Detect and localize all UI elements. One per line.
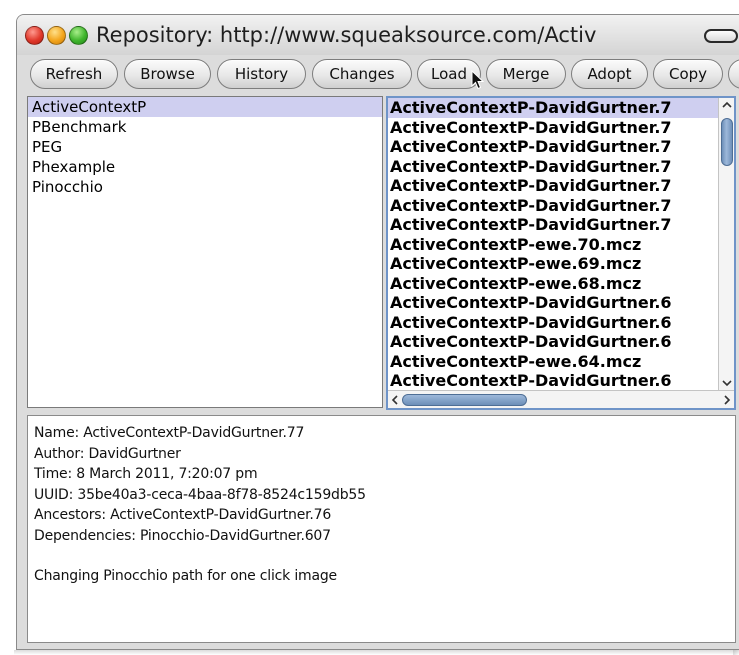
- maximize-window-button[interactable]: [69, 26, 88, 45]
- version-item[interactable]: ActiveContextP-DavidGurtner.6: [388, 293, 718, 313]
- info-author: Author: DavidGurtner: [34, 445, 181, 462]
- version-item[interactable]: ActiveContextP-ewe.68.mcz: [388, 274, 718, 294]
- scroll-down-arrow-icon[interactable]: [719, 376, 735, 390]
- package-item[interactable]: Phexample: [28, 157, 382, 177]
- package-item[interactable]: PEG: [28, 137, 382, 157]
- scroll-right-arrow-icon[interactable]: [720, 393, 734, 407]
- copy-button[interactable]: Copy: [653, 59, 723, 89]
- minimize-window-button[interactable]: [47, 26, 66, 45]
- vertical-scroll-thumb[interactable]: [721, 118, 733, 166]
- history-button[interactable]: History: [217, 59, 306, 89]
- version-item[interactable]: ActiveContextP-DavidGurtner.6: [388, 313, 718, 333]
- info-name: Name: ActiveContextP-DavidGurtner.77: [34, 425, 305, 441]
- window-title: Repository: http://www.squeaksource.com/…: [96, 23, 597, 47]
- info-ancestors: Ancestors: ActiveContextP-DavidGurtner.7…: [34, 507, 332, 523]
- info-dependencies: Dependencies: Pinocchio-DavidGurtner.607: [34, 527, 331, 544]
- version-item[interactable]: ActiveContextP-DavidGurtner.7: [388, 137, 718, 157]
- version-item[interactable]: ActiveContextP-ewe.64.mcz: [388, 352, 718, 372]
- version-list[interactable]: ActiveContextP-DavidGurtner.7 ActiveCont…: [388, 98, 718, 390]
- version-item[interactable]: ActiveContextP-DavidGurtner.6: [388, 332, 718, 352]
- package-item[interactable]: ActiveContextP: [28, 97, 382, 117]
- scroll-up-arrow-icon[interactable]: [719, 98, 735, 112]
- version-item[interactable]: ActiveContextP-DavidGurtner.7: [388, 176, 718, 196]
- version-item[interactable]: ActiveContextP-DavidGurtner.7: [388, 118, 718, 138]
- package-item[interactable]: Pinocchio: [28, 177, 382, 197]
- more-toolbar-button[interactable]: [728, 59, 739, 89]
- horizontal-scroll-thumb[interactable]: [402, 394, 527, 406]
- refresh-button[interactable]: Refresh: [30, 59, 118, 89]
- mouse-pointer-icon: [471, 70, 485, 90]
- version-list-panel: ActiveContextP-DavidGurtner.7 ActiveCont…: [386, 96, 736, 410]
- window-shadow-bottom: [14, 650, 739, 655]
- scroll-left-arrow-icon[interactable]: [388, 393, 402, 407]
- merge-button[interactable]: Merge: [486, 59, 566, 89]
- version-item[interactable]: ActiveContextP-ewe.70.mcz: [388, 235, 718, 255]
- package-list[interactable]: ActiveContextP PBenchmark PEG Phexample …: [27, 96, 383, 408]
- browse-button[interactable]: Browse: [124, 59, 211, 89]
- info-commit-message: Changing Pinocchio path for one click im…: [34, 568, 337, 584]
- close-window-button[interactable]: [25, 26, 44, 45]
- collapse-window-button[interactable]: [704, 29, 738, 43]
- monticello-repository-window: Repository: http://www.squeaksource.com/…: [16, 14, 739, 650]
- adopt-button[interactable]: Adopt: [571, 59, 648, 89]
- changes-button[interactable]: Changes: [312, 59, 412, 89]
- toolbar: Refresh Browse History Changes Load Merg…: [17, 55, 739, 95]
- info-uuid: UUID: 35be40a3-ceca-4baa-8f78-8524c159db…: [34, 486, 366, 503]
- version-list-horizontal-scrollbar[interactable]: [388, 390, 734, 408]
- package-item[interactable]: PBenchmark: [28, 117, 382, 137]
- version-info-pane[interactable]: Name: ActiveContextP-DavidGurtner.77 Aut…: [27, 415, 736, 643]
- info-time: Time: 8 March 2011, 7:20:07 pm: [34, 466, 258, 482]
- version-item[interactable]: ActiveContextP-ewe.69.mcz: [388, 254, 718, 274]
- version-item[interactable]: ActiveContextP-DavidGurtner.7: [388, 196, 718, 216]
- version-item[interactable]: ActiveContextP-DavidGurtner.7: [388, 157, 718, 177]
- version-item[interactable]: ActiveContextP-DavidGurtner.7: [388, 98, 718, 118]
- version-list-vertical-scrollbar[interactable]: [718, 98, 734, 390]
- version-item[interactable]: ActiveContextP-DavidGurtner.7: [388, 215, 718, 235]
- version-item[interactable]: ActiveContextP-DavidGurtner.6: [388, 371, 718, 390]
- title-bar[interactable]: Repository: http://www.squeaksource.com/…: [17, 15, 739, 55]
